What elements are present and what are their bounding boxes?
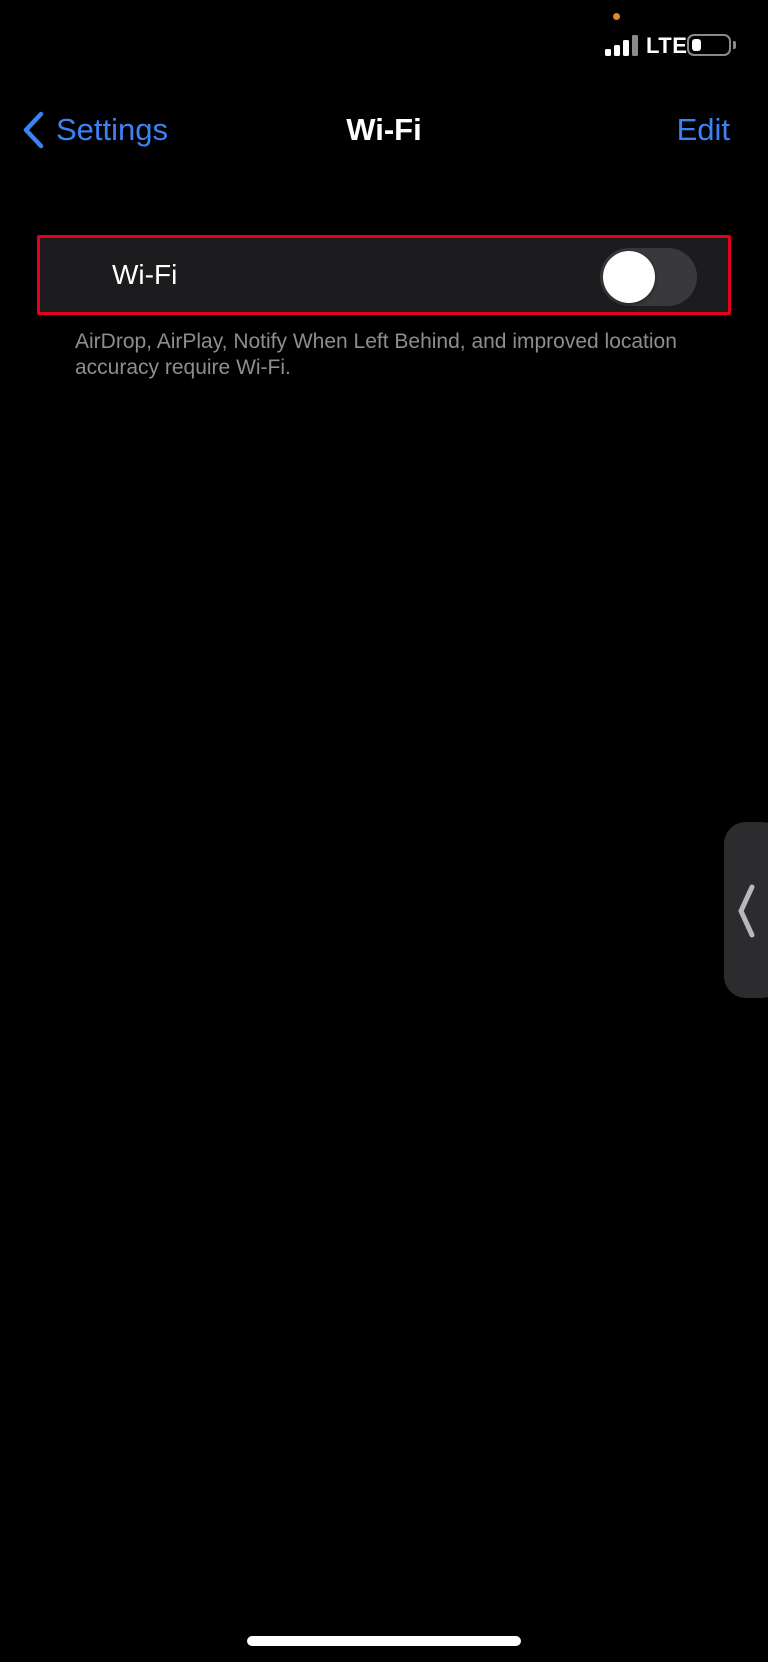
status-bar: LTE <box>0 0 768 80</box>
wifi-toggle-switch[interactable] <box>600 248 697 306</box>
battery-level-fill <box>692 39 701 51</box>
wifi-label: Wi-Fi <box>112 259 178 290</box>
edit-button[interactable]: Edit <box>677 110 730 150</box>
home-indicator[interactable] <box>247 1636 521 1646</box>
battery-cap <box>733 41 736 49</box>
chevron-left-icon <box>738 884 755 938</box>
battery-icon <box>687 34 731 56</box>
cellular-signal-icon <box>605 34 639 56</box>
navigation-bar: Settings Wi-Fi Edit <box>0 100 768 160</box>
assistive-touch-handle[interactable] <box>724 822 768 998</box>
page-title: Wi-Fi <box>346 112 422 147</box>
network-type-label: LTE <box>646 33 688 58</box>
privacy-indicator-dot <box>613 13 620 20</box>
wifi-toggle-row: Wi-Fi <box>37 235 731 315</box>
toggle-knob <box>603 251 655 303</box>
wifi-footnote: AirDrop, AirPlay, Notify When Left Behin… <box>75 330 677 379</box>
